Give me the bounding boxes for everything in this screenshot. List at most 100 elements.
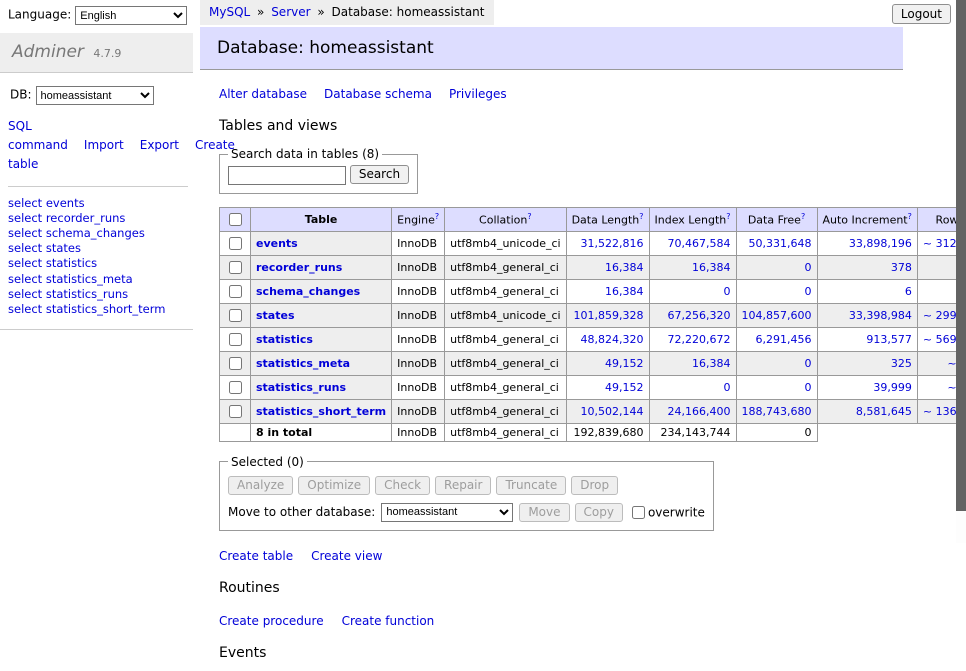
data-length-cell-link[interactable]: 16,384 bbox=[605, 285, 644, 298]
data-length-cell-link[interactable]: 10,502,144 bbox=[581, 405, 644, 418]
routine-link[interactable]: Create procedure bbox=[219, 614, 324, 628]
check-button[interactable]: Check bbox=[375, 476, 430, 495]
sidebar-select-link[interactable]: select statistics_meta bbox=[8, 272, 193, 287]
sidebar-select-link[interactable]: select schema_changes bbox=[8, 226, 193, 241]
selected-buttons: Analyze Optimize Check Repair Truncate Drop bbox=[228, 476, 705, 495]
breadcrumb-item[interactable]: MySQL bbox=[209, 5, 250, 19]
data-free-cell-link[interactable]: 104,857,600 bbox=[742, 309, 812, 322]
row-checkbox[interactable] bbox=[229, 261, 242, 274]
row-checkbox[interactable] bbox=[229, 333, 242, 346]
row-checkbox[interactable] bbox=[229, 381, 242, 394]
scrollbar-thumb[interactable] bbox=[956, 0, 966, 511]
row-checkbox[interactable] bbox=[229, 309, 242, 322]
sidebar-select-link[interactable]: select statistics_short_term bbox=[8, 302, 193, 317]
row-checkbox[interactable] bbox=[229, 405, 242, 418]
help-link[interactable]: ? bbox=[726, 212, 730, 221]
sidebar-select-link[interactable]: select statistics_runs bbox=[8, 287, 193, 302]
auto-increment-cell-link[interactable]: 39,999 bbox=[873, 381, 912, 394]
sidebar-menu-link[interactable]: SQL command bbox=[8, 119, 68, 152]
auto-increment-cell-link[interactable]: 6 bbox=[905, 285, 912, 298]
search-input[interactable] bbox=[228, 166, 346, 185]
select-all-checkbox[interactable] bbox=[229, 213, 242, 226]
db-action-link[interactable]: Privileges bbox=[449, 87, 507, 101]
data-free-cell-link[interactable]: 0 bbox=[805, 357, 812, 370]
help-link[interactable]: ? bbox=[639, 212, 643, 221]
language-select[interactable]: English bbox=[75, 6, 187, 25]
data-free-cell-link[interactable]: 188,743,680 bbox=[742, 405, 812, 418]
db-select[interactable]: homeassistant bbox=[36, 86, 154, 105]
table-name-link[interactable]: statistics_runs bbox=[256, 381, 346, 394]
table-name-link[interactable]: statistics_short_term bbox=[256, 405, 386, 418]
auto-increment-cell-link[interactable]: 33,898,196 bbox=[849, 237, 912, 250]
index-length-cell-link[interactable]: 0 bbox=[724, 285, 731, 298]
copy-button[interactable]: Copy bbox=[575, 503, 623, 522]
data-length-cell-link[interactable]: 49,152 bbox=[605, 357, 644, 370]
table-name-link[interactable]: statistics_meta bbox=[256, 357, 350, 370]
data-free-cell-link[interactable]: 6,291,456 bbox=[756, 333, 812, 346]
analyze-button[interactable]: Analyze bbox=[228, 476, 293, 495]
scrollbar[interactable] bbox=[956, 0, 966, 543]
repair-button[interactable]: Repair bbox=[435, 476, 491, 495]
table-name-link[interactable]: schema_changes bbox=[256, 285, 360, 298]
index-length-cell-link[interactable]: 16,384 bbox=[692, 261, 731, 274]
data-length-cell-link[interactable]: 48,824,320 bbox=[581, 333, 644, 346]
table-name-link[interactable]: events bbox=[256, 237, 298, 250]
drop-button[interactable]: Drop bbox=[571, 476, 618, 495]
sidebar-select-link[interactable]: select statistics bbox=[8, 256, 193, 271]
app-name: Adminer bbox=[12, 42, 84, 62]
row-checkbox[interactable] bbox=[229, 237, 242, 250]
move-db-select[interactable]: homeassistant bbox=[381, 503, 513, 522]
index-length-cell-link[interactable]: 16,384 bbox=[692, 357, 731, 370]
sidebar-menu-link[interactable]: Export bbox=[140, 138, 179, 152]
index-length-cell-link[interactable]: 0 bbox=[724, 381, 731, 394]
truncate-button[interactable]: Truncate bbox=[496, 476, 566, 495]
index-length-cell-link[interactable]: 67,256,320 bbox=[668, 309, 731, 322]
create-link[interactable]: Create view bbox=[311, 549, 382, 563]
index-length-cell-link[interactable]: 24,166,400 bbox=[668, 405, 731, 418]
optimize-button[interactable]: Optimize bbox=[298, 476, 370, 495]
auto-increment-cell-link[interactable]: 325 bbox=[891, 357, 912, 370]
auto-increment-cell-link[interactable]: 378 bbox=[891, 261, 912, 274]
help-link[interactable]: ? bbox=[908, 212, 912, 221]
auto-increment-cell-link[interactable]: 8,581,645 bbox=[856, 405, 912, 418]
table-header-row: TableEngine?Collation?Data Length?Index … bbox=[220, 207, 966, 231]
data-free-cell: 188,743,680 bbox=[736, 399, 817, 423]
data-free-cell-link[interactable]: 0 bbox=[805, 285, 812, 298]
index-length-cell-link[interactable]: 72,220,672 bbox=[668, 333, 731, 346]
data-length-cell-link[interactable]: 31,522,816 bbox=[581, 237, 644, 250]
data-free-cell-link[interactable]: 0 bbox=[805, 261, 812, 274]
data-length-cell-link[interactable]: 49,152 bbox=[605, 381, 644, 394]
row-checkbox[interactable] bbox=[229, 357, 242, 370]
total-index-length-cell: 234,143,744 bbox=[649, 423, 736, 441]
overwrite-checkbox[interactable] bbox=[632, 506, 645, 519]
data-free-cell-link[interactable]: 50,331,648 bbox=[749, 237, 812, 250]
row-checkbox-cell bbox=[220, 351, 251, 375]
move-button[interactable]: Move bbox=[519, 503, 569, 522]
db-action-link[interactable]: Alter database bbox=[219, 87, 307, 101]
help-link[interactable]: ? bbox=[435, 212, 439, 221]
table-name-link[interactable]: statistics bbox=[256, 333, 313, 346]
row-checkbox[interactable] bbox=[229, 285, 242, 298]
table-name-link[interactable]: states bbox=[256, 309, 295, 322]
help-link[interactable]: ? bbox=[527, 212, 531, 221]
table-name-link[interactable]: recorder_runs bbox=[256, 261, 342, 274]
data-free-cell-link[interactable]: 0 bbox=[805, 381, 812, 394]
routine-link[interactable]: Create function bbox=[342, 614, 435, 628]
logout-button[interactable]: Logout bbox=[892, 4, 951, 24]
auto-increment-cell-link[interactable]: 913,577 bbox=[866, 333, 912, 346]
column-header-label: Auto Increment bbox=[823, 213, 908, 226]
index-length-cell-link[interactable]: 70,467,584 bbox=[668, 237, 731, 250]
data-length-cell-link[interactable]: 16,384 bbox=[605, 261, 644, 274]
sidebar-select-link[interactable]: select recorder_runs bbox=[8, 211, 193, 226]
create-link[interactable]: Create table bbox=[219, 549, 293, 563]
data-length-cell-link[interactable]: 101,859,328 bbox=[574, 309, 644, 322]
help-link[interactable]: ? bbox=[801, 212, 805, 221]
sidebar-menu-link[interactable]: Import bbox=[84, 138, 124, 152]
column-header: Table bbox=[251, 207, 392, 231]
breadcrumb-item[interactable]: Server bbox=[271, 5, 310, 19]
db-action-link[interactable]: Database schema bbox=[324, 87, 432, 101]
sidebar-select-link[interactable]: select states bbox=[8, 241, 193, 256]
search-button[interactable]: Search bbox=[350, 165, 409, 184]
auto-increment-cell-link[interactable]: 33,398,984 bbox=[849, 309, 912, 322]
sidebar-select-link[interactable]: select events bbox=[8, 196, 193, 211]
